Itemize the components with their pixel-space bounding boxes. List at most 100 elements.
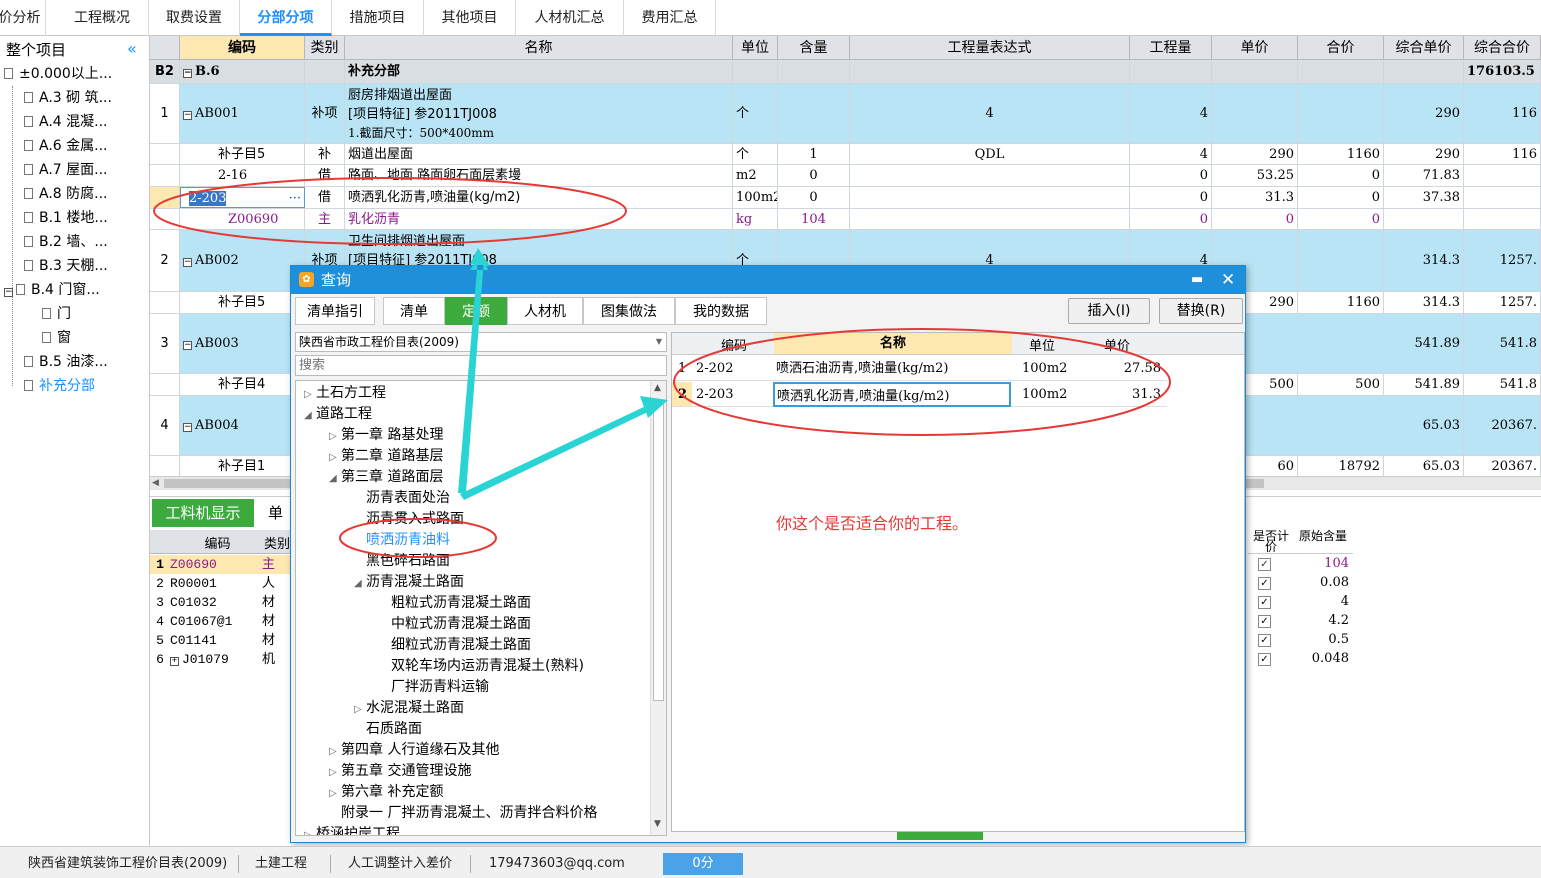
checkbox-checked[interactable]: ✓ [1258, 596, 1271, 609]
tab-quota[interactable]: 定额 [445, 297, 507, 325]
scroll-up-icon[interactable]: ▲ [654, 383, 661, 393]
replace-button[interactable]: 替换(R) [1159, 298, 1243, 324]
checkbox-checked[interactable]: ✓ [1258, 653, 1271, 666]
tree-node[interactable]: ◢ 沥青混凝土路面 [354, 572, 464, 593]
tree-item[interactable]: B.2 墙、... [24, 231, 108, 253]
tab-atlas-method[interactable]: 图集做法 [583, 297, 675, 325]
search-input[interactable] [295, 355, 667, 376]
item-content[interactable]: 0 [778, 165, 850, 186]
checkbox-checked[interactable]: ✓ [1258, 615, 1271, 628]
item-name[interactable]: 厨房排烟道出屋面 [项目特征] 参2011TJ008 1.截面尺寸：500*40… [345, 84, 733, 143]
table-row[interactable]: Z00690 主 乳化沥青 kg 104 0 0 0 [150, 209, 1541, 230]
tab-bill-guide[interactable]: 清单指引 [295, 297, 375, 325]
tree-node[interactable]: ▷ 水泥混凝土路面 [354, 698, 464, 719]
tab-fee-summary[interactable]: 费用汇总 [624, 0, 716, 36]
tree-item-selected[interactable]: 补充分部 [24, 375, 95, 397]
status-score[interactable]: 0分 [663, 853, 743, 875]
item-name[interactable]: 喷洒乳化沥青,喷油量(kg/m2) [345, 187, 733, 208]
tree-node-selected[interactable]: 喷洒沥青油料 [366, 530, 450, 551]
item-expr[interactable]: 4 [850, 84, 1130, 143]
tree-item[interactable]: 窗 [42, 327, 71, 349]
tree-node[interactable]: ◢ 第三章 道路面层 [329, 467, 443, 488]
tree-node[interactable]: 附录一 厂拌沥青混凝土、沥青拌合料价格 [341, 803, 597, 824]
tree-node[interactable]: ▷ 第六章 补充定额 [329, 782, 443, 803]
tab-labor-material-summary[interactable]: 人材机汇总 [516, 0, 624, 36]
tree-item[interactable]: A.7 屋面... [24, 159, 108, 181]
tab-labor-material-display[interactable]: 工料机显示 [152, 499, 254, 527]
tree-node[interactable]: 厂拌沥青料运输 [391, 677, 489, 698]
tree-item[interactable]: 门 [42, 303, 71, 325]
table-row[interactable]: 5 C01141 材 [150, 631, 290, 650]
tree-node[interactable]: 中粒式沥青混凝土路面 [391, 614, 531, 635]
collapse-icon[interactable]: − [183, 341, 192, 350]
tab-other-items[interactable]: 其他项目 [424, 0, 516, 36]
tree-node[interactable]: ▷ 第二章 道路基层 [329, 446, 443, 467]
header-content[interactable]: 含量 [778, 36, 850, 60]
header-code[interactable]: 编码 [180, 36, 305, 60]
header-amount[interactable]: 合价 [1298, 36, 1384, 60]
tree-item[interactable]: A.6 金属... [24, 135, 108, 157]
tree-node[interactable]: 沥青贯入式路面 [366, 509, 464, 530]
tree-node[interactable]: 双轮车场内运沥青混凝土(熟料) [391, 656, 584, 677]
result-row-selected[interactable]: 2 2-203 喷洒乳化沥青,喷油量(kg/m2) 100m2 31.3 [672, 382, 1167, 407]
item-content[interactable]: 1 [778, 144, 850, 164]
tab-project-overview[interactable]: 工程概况 [56, 0, 149, 36]
tree-item[interactable]: A.4 混凝... [24, 111, 108, 133]
chevron-down-icon[interactable]: ▼ [656, 333, 662, 351]
scroll-thumb[interactable] [653, 401, 664, 701]
tree-item[interactable]: A.8 防腐... [24, 183, 108, 205]
tab-labor-material-machine[interactable]: 人材机 [507, 297, 583, 325]
table-row[interactable]: 6 + J01079 机 [150, 650, 290, 669]
tree-item[interactable]: B.1 楼地... [24, 207, 108, 229]
header-unit[interactable]: 单位 [733, 36, 778, 60]
header-expr[interactable]: 工程量表达式 [850, 36, 1130, 60]
tree-node[interactable]: ▷ 第五章 交通管理设施 [329, 761, 471, 782]
tab-unit-partial[interactable]: 单 [268, 499, 290, 527]
tree-node[interactable]: ▷ 第四章 人行道缘石及其他 [329, 740, 499, 761]
library-select[interactable]: 陕西省市政工程价目表(2009) ▼ [295, 332, 667, 352]
tab-price-analysis[interactable]: 价分析 [0, 0, 46, 36]
tree-node[interactable]: 细粒式沥青混凝土路面 [391, 635, 531, 656]
scroll-left-icon[interactable]: ◀ [152, 478, 159, 488]
header-total[interactable]: 综合合价 [1464, 36, 1541, 60]
table-row[interactable]: 1 − AB001 补项 厨房排烟道出屋面 [项目特征] 参2011TJ008 1… [150, 84, 1541, 144]
table-row[interactable]: 1 Z00690 主 [150, 555, 290, 574]
splitter-handle[interactable] [897, 832, 983, 840]
tab-measures[interactable]: 措施项目 [332, 0, 424, 36]
table-row[interactable]: 2-16 借 路面、地面 路面卵石面层素墁 m2 0 0 53.25 0 71.… [150, 165, 1541, 187]
ellipsis-button[interactable]: ··· [289, 188, 301, 207]
item-code-editor[interactable]: 2-203 ··· [180, 187, 305, 208]
tree-node[interactable]: 粗粒式沥青混凝土路面 [391, 593, 531, 614]
tree-node[interactable]: ▷ 桥涵护岸工程 [304, 824, 400, 835]
tree-node[interactable]: ▷ 第一章 路基处理 [329, 425, 443, 446]
header-unit-price[interactable]: 综合单价 [1384, 36, 1464, 60]
header-name[interactable]: 名称 [345, 36, 733, 60]
table-row[interactable]: 2 R00001 人 [150, 574, 290, 593]
tab-sections[interactable]: 分部分项 [240, 0, 332, 36]
double-chevron-left-icon[interactable]: « [127, 39, 137, 58]
scroll-down-icon[interactable]: ▼ [654, 819, 661, 829]
tab-fee-settings[interactable]: 取费设置 [149, 0, 240, 36]
expand-icon[interactable]: + [170, 657, 179, 666]
collapse-icon[interactable]: − [183, 69, 192, 78]
tree-node[interactable]: ▷ 土石方工程 [304, 383, 386, 404]
tree-node[interactable]: 石质路面 [366, 719, 422, 740]
item-expr[interactable]: QDL [850, 144, 1130, 164]
tree-item[interactable]: B.5 油漆... [24, 351, 108, 373]
table-row[interactable]: 4 C01067@1 材 [150, 612, 290, 631]
checkbox-checked[interactable]: ✓ [1258, 634, 1271, 647]
insert-button[interactable]: 插入(I) [1068, 298, 1150, 324]
tree-node[interactable]: 沥青表面处治 [366, 488, 450, 509]
result-row[interactable]: 1 2-202 喷洒石油沥青,喷油量(kg/m2) 100m2 27.58 [672, 356, 1167, 381]
header-qty[interactable]: 工程量 [1130, 36, 1212, 60]
tree-item[interactable]: A.3 砌 筑... [24, 87, 112, 109]
tree-node[interactable]: 黑色碎石路面 [366, 551, 450, 572]
table-row[interactable]: 3 C01032 材 [150, 593, 290, 612]
tree-root-title[interactable]: 整个项目 [6, 39, 66, 61]
close-icon[interactable]: ✕ [1221, 266, 1235, 294]
collapse-icon[interactable]: − [183, 111, 192, 120]
collapse-icon[interactable]: − [4, 288, 13, 297]
maximize-icon[interactable]: ▬ [1191, 266, 1203, 294]
checkbox-checked[interactable]: ✓ [1258, 577, 1271, 590]
tree-item[interactable]: B.3 天棚... [24, 255, 108, 277]
